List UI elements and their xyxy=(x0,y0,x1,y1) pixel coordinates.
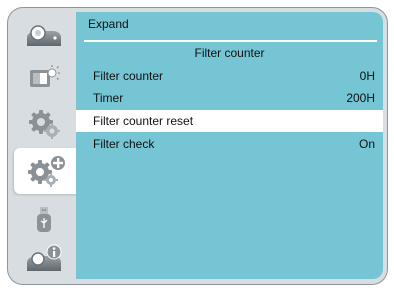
menu-item-label: Filter counter xyxy=(93,69,164,83)
sidebar xyxy=(10,8,78,284)
projector-info-icon xyxy=(24,243,64,273)
gear-icon xyxy=(27,108,61,140)
expand-panel: Expand Filter counter Filter counter 0H … xyxy=(76,12,383,279)
menu-item-label: Timer xyxy=(93,91,124,105)
menu-item-value: 200H xyxy=(346,91,375,105)
expand-gear-plus-icon xyxy=(24,153,68,189)
menu-item-filter-counter[interactable]: Filter counter 0H xyxy=(76,65,383,87)
menu-item-filter-check[interactable]: Filter check On xyxy=(76,133,383,155)
menu-item-label: Filter check xyxy=(93,137,155,151)
menu-item-filter-counter-reset[interactable]: Filter counter reset xyxy=(76,110,383,132)
panel-title: Expand xyxy=(88,17,129,31)
sidebar-item-image[interactable] xyxy=(18,16,70,56)
projector-icon xyxy=(24,24,64,48)
display-brightness-icon xyxy=(27,64,61,92)
menu-item-timer[interactable]: Timer 200H xyxy=(76,87,383,109)
sidebar-item-usb[interactable] xyxy=(18,200,70,240)
osd-menu-frame: Expand Filter counter Filter counter 0H … xyxy=(7,7,388,285)
sidebar-item-info[interactable] xyxy=(18,238,70,278)
menu-item-value: 0H xyxy=(359,69,375,83)
sidebar-item-expand[interactable] xyxy=(14,148,78,194)
section-title: Filter counter xyxy=(194,46,265,60)
menu-item-label: Filter counter reset xyxy=(93,114,194,128)
menu-item-value: On xyxy=(358,137,375,151)
sidebar-item-setting[interactable] xyxy=(18,104,70,144)
sidebar-item-display[interactable] xyxy=(18,58,70,98)
usb-icon xyxy=(32,205,56,235)
title-divider xyxy=(84,40,377,42)
